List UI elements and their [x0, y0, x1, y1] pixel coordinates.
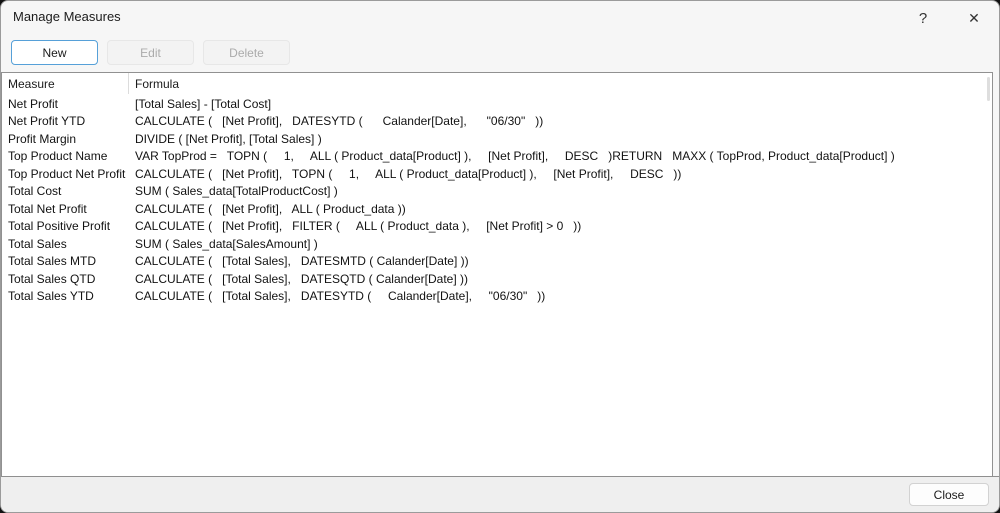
formula-cell: CALCULATE ( [Total Sales], DATESYTD ( Ca…: [135, 289, 546, 304]
measure-cell: Total Sales YTD: [8, 289, 94, 304]
table-row[interactable]: Total Cost SUM ( Sales_data[TotalProductC…: [2, 183, 992, 201]
dialog-title: Manage Measures: [13, 9, 121, 24]
measure-cell: Total Positive Profit: [8, 219, 111, 234]
table-row[interactable]: Net Profit [Total Sales] - [Total Cost]: [2, 95, 992, 113]
table-row[interactable]: Top Product Name VAR TopProd = TOPN ( 1, …: [2, 148, 992, 166]
measure-cell: Top Product Net Profit: [8, 166, 126, 181]
table-row[interactable]: Total Net Profit CALCULATE ( [Net Profit]…: [2, 200, 992, 218]
column-header-measure[interactable]: Measure: [2, 73, 129, 94]
table-row[interactable]: Total Sales YTD CALCULATE ( [Total Sales]…: [2, 288, 992, 306]
close-icon[interactable]: ✕: [957, 5, 991, 31]
measure-cell: Profit Margin: [8, 131, 77, 146]
table-row[interactable]: Total Sales SUM ( Sales_data[SalesAmount]…: [2, 235, 992, 253]
table-row[interactable]: Top Product Net Profit CALCULATE ( [Net P…: [2, 165, 992, 183]
table-row[interactable]: Net Profit YTD CALCULATE ( [Net Profit], …: [2, 113, 992, 131]
measure-cell: Total Cost: [8, 184, 62, 199]
measure-cell: Total Sales: [8, 236, 67, 251]
measure-cell: Total Sales MTD: [8, 254, 97, 269]
measure-cell: Total Net Profit: [8, 201, 87, 216]
formula-cell: CALCULATE ( [Net Profit], FILTER ( ALL (…: [135, 219, 582, 234]
table-row[interactable]: Total Sales QTD CALCULATE ( [Total Sales]…: [2, 270, 992, 288]
formula-cell: DIVIDE ( [Net Profit], [Total Sales] ): [135, 131, 322, 146]
measure-cell: Total Sales QTD: [8, 271, 96, 286]
delete-button: Delete: [203, 40, 290, 65]
table-row[interactable]: Profit Margin DIVIDE ( [Net Profit], [Tot…: [2, 130, 992, 148]
table-row[interactable]: Total Sales MTD CALCULATE ( [Total Sales]…: [2, 253, 992, 271]
scrollbar-thumb[interactable]: [987, 77, 990, 101]
column-header-formula[interactable]: Formula: [129, 73, 992, 94]
table-row[interactable]: Total Positive Profit CALCULATE ( [Net Pr…: [2, 218, 992, 236]
measure-cell: Net Profit YTD: [8, 114, 86, 129]
measure-cell: Net Profit: [8, 96, 59, 111]
formula-cell: [Total Sales] - [Total Cost]: [135, 96, 272, 111]
edit-button: Edit: [107, 40, 194, 65]
footer: Close: [1, 476, 999, 512]
new-button[interactable]: New: [11, 40, 98, 65]
close-button[interactable]: Close: [909, 483, 989, 506]
titlebar: Manage Measures ? ✕: [1, 1, 999, 37]
formula-cell: CALCULATE ( [Net Profit], ALL ( Product_…: [135, 201, 406, 216]
formula-cell: SUM ( Sales_data[TotalProductCost] ): [135, 184, 338, 199]
formula-cell: SUM ( Sales_data[SalesAmount] ): [135, 236, 318, 251]
measure-cell: Top Product Name: [8, 149, 108, 164]
formula-cell: CALCULATE ( [Total Sales], DATESQTD ( Ca…: [135, 271, 468, 286]
formula-cell: VAR TopProd = TOPN ( 1, ALL ( Product_da…: [135, 149, 895, 164]
formula-cell: CALCULATE ( [Net Profit], TOPN ( 1, ALL …: [135, 166, 682, 181]
manage-measures-dialog: Manage Measures ? ✕ New Edit Delete Meas…: [0, 0, 1000, 513]
toolbar: New Edit Delete: [1, 37, 999, 71]
formula-cell: CALCULATE ( [Total Sales], DATESMTD ( Ca…: [135, 254, 469, 269]
list-header: Measure Formula: [2, 73, 992, 94]
formula-cell: CALCULATE ( [Net Profit], DATESYTD ( Cal…: [135, 114, 544, 129]
help-icon[interactable]: ?: [906, 5, 940, 31]
measures-list: Measure Formula Net Profit [Total Sales] …: [1, 72, 993, 478]
list-body: Net Profit [Total Sales] - [Total Cost] Ne…: [2, 95, 992, 477]
